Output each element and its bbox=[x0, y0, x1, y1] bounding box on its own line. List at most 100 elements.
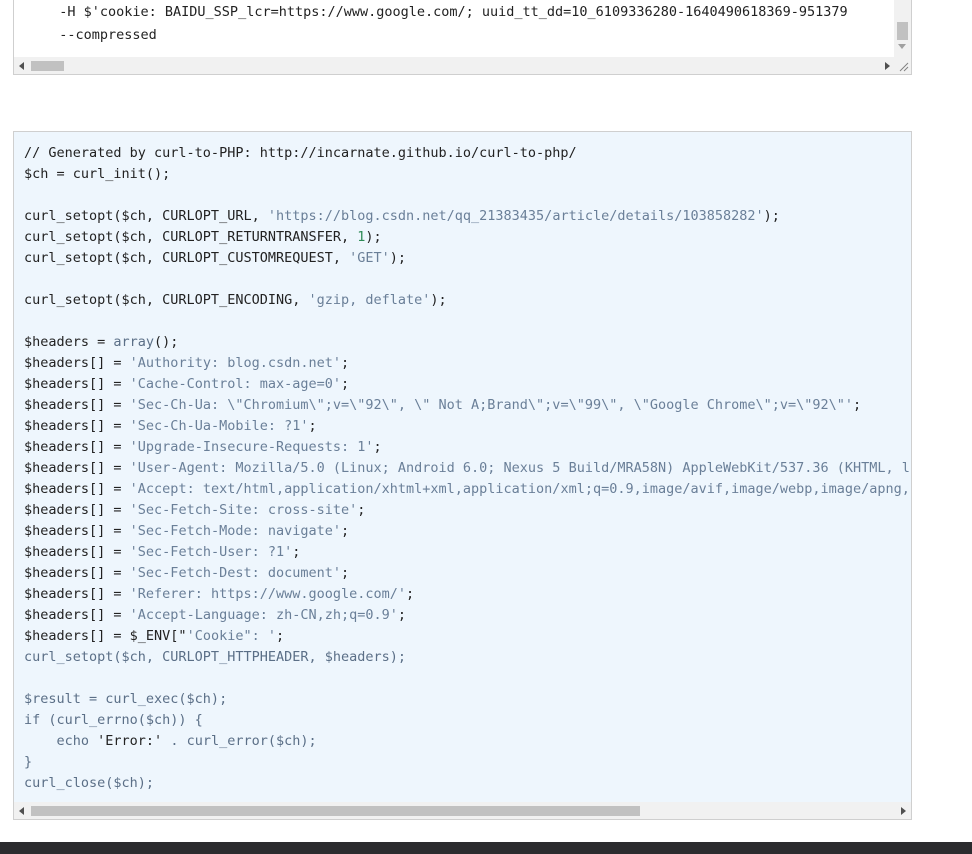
code-line: $headers[] = 'Accept: text/html,applicat… bbox=[24, 479, 912, 500]
code-token: 'Sec-Fetch-Dest: document' bbox=[129, 565, 341, 581]
code-token: ); bbox=[365, 229, 382, 245]
horizontal-scrollbar[interactable] bbox=[14, 802, 911, 819]
code-token: 'Error:' bbox=[97, 733, 163, 749]
code-line: $result = curl_exec($ch); bbox=[24, 689, 911, 710]
code-token: ; bbox=[275, 628, 285, 644]
chevron-right-icon[interactable] bbox=[901, 807, 906, 815]
code-token: $headers[] = bbox=[24, 523, 130, 539]
code-token: $headers[] = bbox=[24, 565, 130, 581]
code-token: 'Sec-Ch-Ua-Mobile: ?1' bbox=[129, 418, 309, 434]
code-token: $ch = curl_init(); bbox=[24, 166, 171, 182]
code-line: echo 'Error:' . curl_error($ch); bbox=[24, 731, 911, 752]
code-token: $headers[] = $_ENV[" bbox=[24, 628, 187, 644]
code-line: $headers[] = 'Referer: https://www.googl… bbox=[24, 584, 911, 605]
code-token: $headers[] = bbox=[24, 439, 130, 455]
code-token: 'Accept: text/html,application/xhtml+xml… bbox=[129, 481, 912, 497]
code-line: curl_setopt($ch, CURLOPT_RETURNTRANSFER,… bbox=[24, 227, 911, 248]
code-line: $headers = array(); bbox=[24, 332, 911, 353]
code-token: curl_setopt($ch, CURLOPT_ENCODING, bbox=[24, 292, 309, 308]
resize-grip-icon[interactable] bbox=[894, 57, 911, 74]
code-token: 'https://blog.csdn.net/qq_21383435/artic… bbox=[267, 208, 764, 224]
code-token: ; bbox=[292, 544, 301, 560]
code-token: (); bbox=[154, 334, 179, 350]
curl-command-line: --compressed bbox=[43, 27, 157, 43]
code-token: 'Cookie": ' bbox=[186, 628, 276, 644]
code-token: ; bbox=[341, 376, 350, 392]
code-token: ; bbox=[406, 586, 415, 602]
scrollbar-thumb[interactable] bbox=[31, 61, 64, 71]
code-line: curl_setopt($ch, CURLOPT_HTTPHEADER, $he… bbox=[24, 647, 911, 668]
code-line: $headers[] = 'Sec-Ch-Ua: \"Chromium\";v=… bbox=[24, 395, 911, 416]
code-line: } bbox=[24, 752, 911, 773]
code-token: curl_close($ch); bbox=[24, 775, 155, 791]
chevron-down-icon[interactable] bbox=[898, 44, 906, 49]
code-lines: // Generated by curl-to-PHP: http://inca… bbox=[24, 143, 912, 794]
code-token: if (curl_errno($ch)) { bbox=[24, 712, 203, 728]
code-line: $headers[] = 'Upgrade-Insecure-Requests:… bbox=[24, 437, 911, 458]
code-token: $headers[] = bbox=[24, 418, 130, 434]
code-token: 'Sec-Fetch-Mode: navigate' bbox=[129, 523, 341, 539]
code-line: $headers[] = 'Sec-Fetch-Site: cross-site… bbox=[24, 500, 911, 521]
code-line: $headers[] = 'Sec-Ch-Ua-Mobile: ?1'; bbox=[24, 416, 911, 437]
scrollbar-thumb[interactable] bbox=[31, 806, 640, 816]
code-token: 'Authority: blog.csdn.net' bbox=[129, 355, 341, 371]
code-token: ; bbox=[853, 397, 862, 413]
code-line: // Generated by curl-to-PHP: http://inca… bbox=[24, 143, 911, 164]
code-token: ; bbox=[341, 523, 350, 539]
code-line: curl_setopt($ch, CURLOPT_URL, 'https://b… bbox=[24, 206, 911, 227]
code-token: $headers[] = bbox=[24, 481, 130, 497]
code-token: $headers[] = bbox=[24, 544, 130, 560]
code-token: 'Sec-Ch-Ua: \"Chromium\";v=\"92\", \" No… bbox=[129, 397, 854, 413]
code-token: ; bbox=[397, 607, 407, 623]
code-token: ; bbox=[373, 439, 382, 455]
code-line: $headers[] = 'User-Agent: Mozilla/5.0 (L… bbox=[24, 458, 912, 479]
code-line: $headers[] = 'Cache-Control: max-age=0'; bbox=[24, 374, 911, 395]
code-token: echo bbox=[24, 733, 98, 749]
code-token: // Generated by curl-to-PHP: http://inca… bbox=[24, 145, 577, 161]
code-line: $headers[] = 'Sec-Fetch-Dest: document'; bbox=[24, 563, 911, 584]
code-line: $headers[] = 'Sec-Fetch-User: ?1'; bbox=[24, 542, 911, 563]
code-token: $headers[] = bbox=[24, 460, 130, 476]
code-token: 'gzip, deflate' bbox=[308, 292, 431, 308]
code-line: $ch = curl_init(); bbox=[24, 164, 911, 185]
curl-command-line: -H $'cookie: BAIDU_SSP_lcr=https://www.g… bbox=[43, 4, 848, 20]
code-token: 'GET' bbox=[349, 250, 390, 266]
code-token: $headers[] = bbox=[24, 586, 130, 602]
curl-command-textarea[interactable]: -H $'cookie: BAIDU_SSP_lcr=https://www.g… bbox=[13, 0, 912, 75]
code-token: ; bbox=[341, 565, 350, 581]
code-token: 'Accept-Language: zh-CN,zh;q=0.9' bbox=[129, 607, 398, 623]
vertical-scrollbar[interactable] bbox=[894, 0, 911, 58]
code-line: $headers[] = 'Sec-Fetch-Mode: navigate'; bbox=[24, 521, 911, 542]
code-token: ); bbox=[763, 208, 780, 224]
code-token: ; bbox=[308, 418, 317, 434]
code-token: $headers[] = bbox=[24, 607, 130, 623]
code-token: 'User-Agent: Mozilla/5.0 (Linux; Android… bbox=[129, 460, 912, 476]
code-line: curl_setopt($ch, CURLOPT_ENCODING, 'gzip… bbox=[24, 290, 911, 311]
code-line: if (curl_errno($ch)) { bbox=[24, 710, 911, 731]
code-line: $headers[] = $_ENV["'Cookie": '; bbox=[24, 626, 911, 647]
horizontal-scrollbar[interactable] bbox=[14, 57, 895, 74]
code-token: $result = curl_exec($ch); bbox=[24, 691, 228, 707]
code-token: } bbox=[24, 754, 33, 770]
scrollbar-thumb[interactable] bbox=[897, 22, 908, 40]
chevron-left-icon[interactable] bbox=[19, 807, 24, 815]
code-line: curl_close($ch); bbox=[24, 773, 911, 794]
code-token: 'Sec-Fetch-Site: cross-site' bbox=[129, 502, 358, 518]
code-token: $headers[] = bbox=[24, 355, 130, 371]
chevron-left-icon[interactable] bbox=[19, 62, 24, 70]
code-token: 'Referer: https://www.google.com/' bbox=[129, 586, 407, 602]
code-token: ; bbox=[357, 502, 366, 518]
code-token: $headers[] = bbox=[24, 502, 130, 518]
code-token: $headers[] = bbox=[24, 397, 130, 413]
code-token: curl_setopt($ch, CURLOPT_RETURNTRANSFER, bbox=[24, 229, 358, 245]
chevron-right-icon[interactable] bbox=[885, 62, 890, 70]
code-line: curl_setopt($ch, CURLOPT_CUSTOMREQUEST, … bbox=[24, 248, 911, 269]
code-token: ); bbox=[430, 292, 447, 308]
code-token: curl_setopt($ch, CURLOPT_CUSTOMREQUEST, bbox=[24, 250, 350, 266]
code-token: $headers[] = bbox=[24, 376, 130, 392]
code-token: array bbox=[113, 334, 155, 350]
